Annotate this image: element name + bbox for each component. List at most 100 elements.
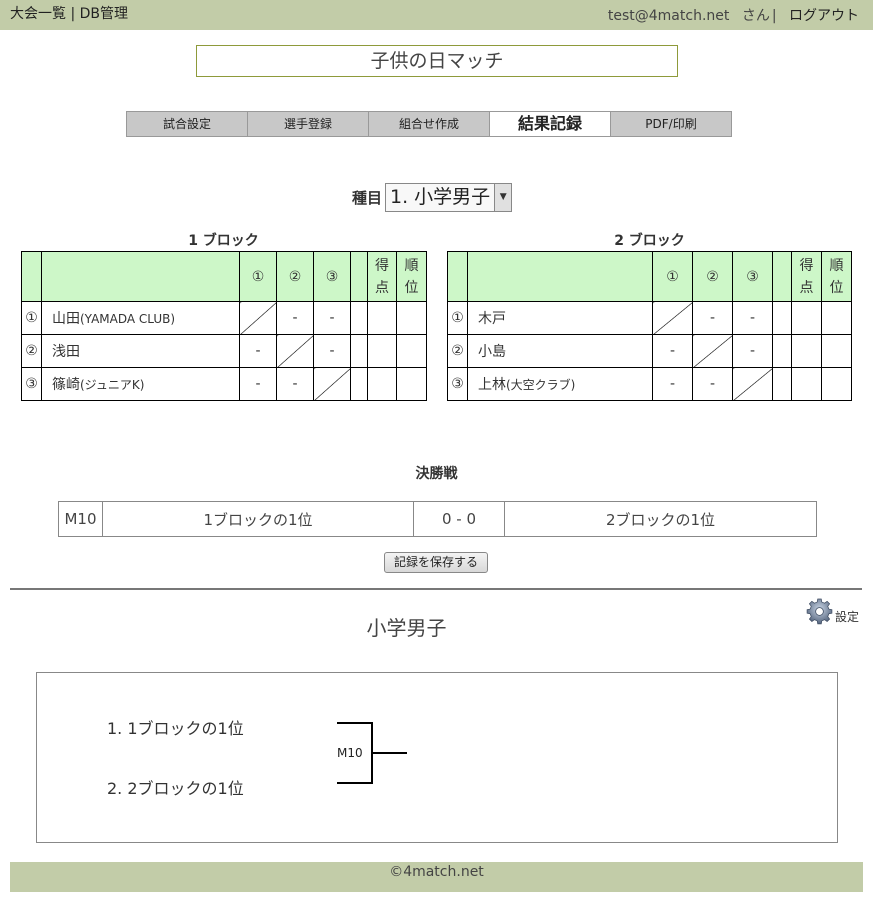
header-name-cell [467, 251, 653, 302]
section-title: 小学男子 [366, 616, 447, 640]
tab-match-settings[interactable]: 試合設定 [126, 111, 248, 137]
result-cell[interactable]: - [652, 367, 693, 401]
spacer-cell [772, 301, 792, 335]
row-num: ② [21, 334, 42, 368]
points-cell [791, 301, 822, 335]
header-num-cell [447, 251, 468, 302]
header-col-1: ① [239, 251, 277, 302]
tab-pdf-print[interactable]: PDF/印刷 [610, 111, 732, 137]
footer: ©4match.net [10, 862, 863, 892]
nav-separator: | [70, 6, 76, 22]
header-col-3: ③ [313, 251, 351, 302]
event-label: 種目 [352, 188, 383, 207]
tab-player-registration[interactable]: 選手登録 [247, 111, 369, 137]
rank-cell [396, 301, 427, 335]
block-1-table: ① ② ③ 得点 順位 ① 山田(YAMADA CLUB) - - ② 浅田 -… [21, 251, 427, 401]
rank-label-1: 順 [829, 257, 844, 274]
nav-tournaments-link[interactable]: 大会一覧 [10, 6, 66, 22]
result-cell[interactable]: - [692, 301, 733, 335]
self-match-cell [652, 301, 693, 335]
points-label-2: 点 [799, 279, 814, 296]
row-num: ① [21, 301, 42, 335]
result-cell[interactable]: - [692, 367, 733, 401]
self-match-cell [732, 367, 773, 401]
result-cell[interactable]: - [732, 301, 773, 335]
chevron-down-icon[interactable]: ▼ [494, 183, 512, 211]
player-club: (YAMADA CLUB) [80, 312, 176, 326]
header-col-2: ② [692, 251, 733, 302]
gear-icon[interactable] [806, 598, 833, 625]
player-name-cell: 上林(大空クラブ) [467, 367, 653, 401]
final-match-table: M10 1ブロックの1位 0 - 0 2ブロックの1位 [58, 501, 817, 537]
points-label-1: 得 [799, 257, 814, 274]
player-name-cell: 小島 [467, 334, 653, 368]
player-name: 上林 [478, 377, 506, 393]
header-col-2: ② [276, 251, 314, 302]
nav-db-link[interactable]: DB管理 [80, 6, 128, 22]
row-num: ② [447, 334, 468, 368]
rank-cell [821, 301, 852, 335]
rank-label-2: 位 [829, 279, 844, 296]
player-name-cell: 篠崎(ジュニアK) [41, 367, 240, 401]
points-cell [791, 334, 822, 368]
settings-button[interactable]: 設定 [806, 598, 859, 625]
header-spacer [350, 251, 368, 302]
table-row: ② 小島 - - [447, 334, 852, 368]
tab-result-recording[interactable]: 結果記録 [489, 111, 611, 137]
result-cell[interactable]: - [276, 301, 314, 335]
divider [10, 588, 862, 590]
points-cell [367, 334, 397, 368]
row-num: ③ [447, 367, 468, 401]
result-cell[interactable]: - [276, 367, 314, 401]
final-right-player: 2ブロックの1位 [504, 501, 817, 537]
self-match-cell [276, 334, 314, 368]
row-num: ③ [21, 367, 42, 401]
table-header-row: ① ② ③ 得点 順位 [447, 251, 852, 302]
bracket-box: 1. 1ブロックの1位 2. 2ブロックの1位 M10 [36, 672, 838, 843]
block-2-title: 2 ブロック [614, 233, 685, 249]
spacer-cell [350, 367, 368, 401]
player-club: (ジュニアK) [80, 378, 145, 392]
rank-cell [821, 334, 852, 368]
tab-draw-creation[interactable]: 組合せ作成 [368, 111, 490, 137]
player-name: 篠崎 [52, 377, 80, 393]
save-button[interactable]: 記録を保存する [384, 552, 488, 573]
rank-cell [396, 367, 427, 401]
top-nav: 大会一覧 | DB管理 [10, 3, 128, 23]
final-match-id: M10 [58, 501, 103, 537]
header-col-3: ③ [732, 251, 773, 302]
header-col-1: ① [652, 251, 693, 302]
user-separator: | [771, 8, 777, 24]
header-points: 得点 [367, 251, 397, 302]
rank-label-1: 順 [404, 257, 419, 274]
result-cell[interactable]: - [652, 334, 693, 368]
block-2-table: ① ② ③ 得点 順位 ① 木戸 - - ② 小島 - - ③ 上林(大空クラブ… [447, 251, 852, 401]
logout-link[interactable]: ログアウト [789, 8, 859, 24]
table-row: ② 浅田 - - [21, 334, 427, 368]
result-cell[interactable]: - [239, 367, 277, 401]
player-name: 小島 [478, 344, 506, 360]
rank-cell [396, 334, 427, 368]
result-cell[interactable]: - [313, 334, 351, 368]
points-cell [367, 301, 397, 335]
self-match-cell [692, 334, 733, 368]
final-score[interactable]: 0 - 0 [413, 501, 505, 537]
result-cell[interactable]: - [732, 334, 773, 368]
rank-label-2: 位 [404, 279, 419, 296]
header-spacer [772, 251, 792, 302]
header-rank: 順位 [396, 251, 427, 302]
result-cell[interactable]: - [313, 301, 351, 335]
result-cell[interactable]: - [239, 334, 277, 368]
points-cell [367, 367, 397, 401]
table-row: ③ 篠崎(ジュニアK) - - [21, 367, 427, 401]
final-match-row: M10 1ブロックの1位 0 - 0 2ブロックの1位 [58, 501, 817, 537]
event-select[interactable]: 1. 小学男子 ▼ [385, 182, 513, 212]
self-match-cell [239, 301, 277, 335]
header-num-cell [21, 251, 42, 302]
settings-label[interactable]: 設定 [835, 608, 859, 625]
player-name-cell: 浅田 [41, 334, 240, 368]
header-points: 得点 [791, 251, 822, 302]
user-area: test@4match.net さん | ログアウト [600, 5, 859, 25]
event-select-value: 1. 小学男子 [390, 185, 491, 208]
points-cell [791, 367, 822, 401]
